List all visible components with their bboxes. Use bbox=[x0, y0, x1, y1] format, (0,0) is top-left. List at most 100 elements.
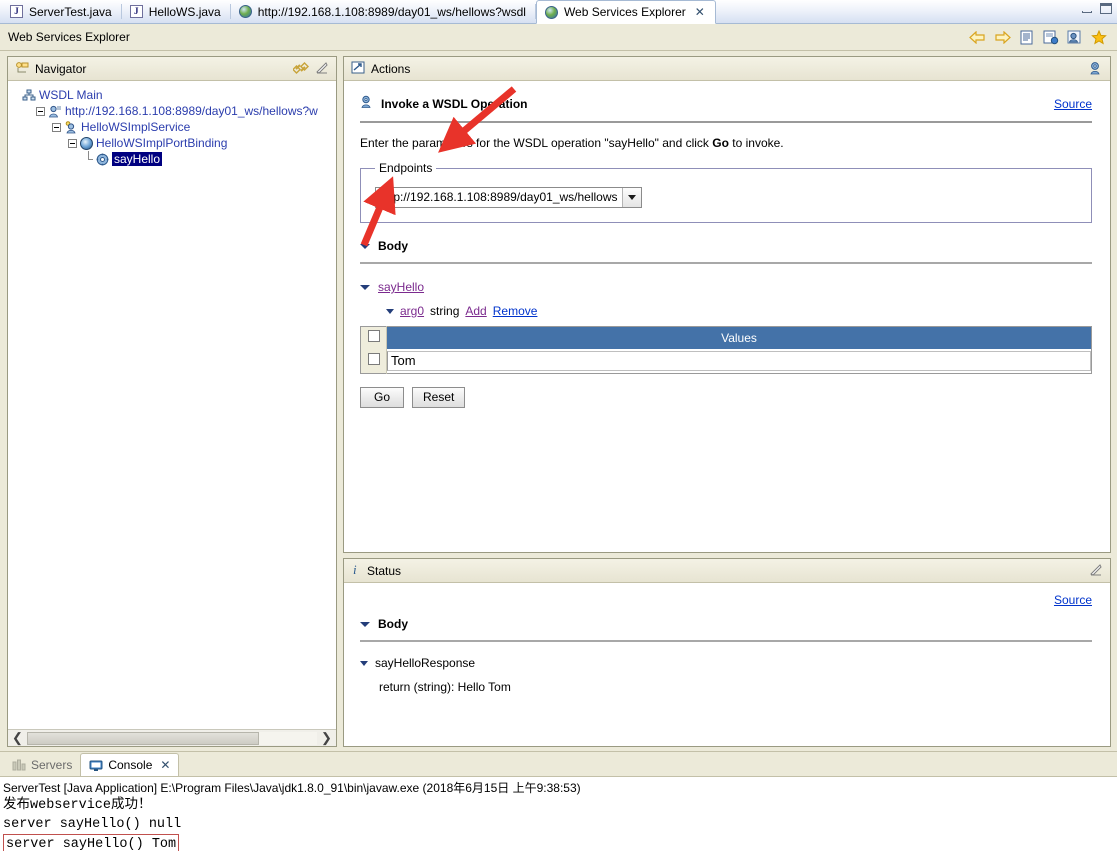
tree-label: HelloWSImplPortBinding bbox=[96, 136, 228, 150]
tree-label: HelloWSImplService bbox=[81, 120, 191, 134]
editor-tab-web-services-explorer[interactable]: Web Services Explorer ✕ bbox=[535, 0, 716, 24]
status-content: Source Body sayHelloResponse return (str… bbox=[344, 583, 1110, 694]
forward-icon[interactable] bbox=[994, 30, 1011, 44]
navigator-header: Navigator bbox=[8, 57, 336, 81]
console-output[interactable]: ServerTest [Java Application] E:\Program… bbox=[0, 776, 1117, 851]
actions-heading: Invoke a WSDL Operation bbox=[381, 96, 528, 111]
status-source-link[interactable]: Source bbox=[1054, 593, 1092, 607]
editor-tab-label: HelloWS.java bbox=[148, 4, 221, 19]
editor-tab-wsdl-url[interactable]: http://192.168.1.108:8989/day01_ws/hello… bbox=[231, 0, 536, 23]
actions-heading-row: Invoke a WSDL Operation bbox=[360, 95, 1054, 112]
actions-content: Invoke a WSDL Operation Source Enter the… bbox=[344, 81, 1110, 408]
actions-body-section-header[interactable]: Body bbox=[360, 239, 1092, 253]
console-line: 发布webservice成功！ bbox=[3, 798, 152, 813]
maximize-pane-icon[interactable] bbox=[1089, 563, 1105, 578]
java-file-icon: J bbox=[129, 5, 143, 18]
editor-tab-servertest[interactable]: J ServerTest.java bbox=[2, 0, 122, 23]
description-text-before: Enter the parameters for the WSDL operat… bbox=[360, 136, 713, 150]
scroll-left-icon[interactable]: ❮ bbox=[8, 730, 27, 746]
reset-button[interactable]: Reset bbox=[412, 386, 466, 408]
arg-remove-link[interactable]: Remove bbox=[493, 304, 538, 318]
tab-label: Servers bbox=[31, 758, 73, 772]
value-input[interactable] bbox=[387, 350, 1091, 371]
svg-text:i: i bbox=[353, 562, 357, 576]
triangle-down-icon[interactable] bbox=[360, 284, 370, 290]
invoke-wsdl-icon[interactable] bbox=[1089, 61, 1105, 76]
service-icon bbox=[64, 120, 78, 134]
scrollbar-track[interactable] bbox=[27, 731, 317, 745]
console-line-highlighted: server sayHello() Tom bbox=[3, 834, 1117, 851]
select-all-checkbox[interactable] bbox=[367, 330, 380, 343]
servers-icon bbox=[12, 759, 26, 772]
globe-icon bbox=[238, 5, 252, 18]
tree-item-sayhello[interactable]: sayHello bbox=[84, 150, 332, 167]
back-icon[interactable] bbox=[969, 30, 986, 44]
tree-item-wsdl-main[interactable]: WSDL Main bbox=[22, 87, 332, 103]
actions-source-link[interactable]: Source bbox=[1054, 97, 1092, 111]
maximize-pane-icon[interactable] bbox=[315, 61, 331, 76]
status-body-label: Body bbox=[378, 617, 408, 631]
tree-label: WSDL Main bbox=[39, 88, 103, 102]
uddi-page-icon[interactable] bbox=[1067, 30, 1083, 45]
tab-servers[interactable]: Servers bbox=[4, 754, 80, 776]
actions-divider bbox=[360, 121, 1092, 123]
arg-add-link[interactable]: Add bbox=[465, 304, 486, 318]
triangle-down-icon[interactable] bbox=[386, 308, 394, 314]
go-button[interactable]: Go bbox=[360, 386, 404, 408]
wsil-page-icon[interactable] bbox=[1043, 30, 1059, 45]
status-source-row: Source bbox=[360, 593, 1092, 607]
actions-title: Actions bbox=[371, 61, 411, 76]
status-body-section-header[interactable]: Body bbox=[360, 617, 1092, 631]
triangle-down-icon[interactable] bbox=[360, 243, 370, 249]
argument-row: arg0 string Add Remove bbox=[386, 304, 1092, 318]
close-icon[interactable]: ✕ bbox=[160, 759, 170, 771]
scrollbar-thumb[interactable] bbox=[27, 731, 259, 745]
scroll-right-icon[interactable]: ❯ bbox=[317, 730, 336, 746]
actions-pane-icon bbox=[351, 61, 365, 77]
close-icon[interactable]: ✕ bbox=[695, 6, 705, 18]
table-row bbox=[360, 348, 1092, 373]
arg-name-link[interactable]: arg0 bbox=[400, 304, 424, 318]
endpoint-selected-value: http://192.168.1.108:8989/day01_ws/hello… bbox=[380, 190, 618, 204]
row-checkbox[interactable] bbox=[367, 353, 380, 365]
info-icon: i bbox=[351, 562, 361, 579]
tree-label-selected: sayHello bbox=[112, 152, 163, 166]
status-body: Source Body sayHelloResponse return (str… bbox=[344, 583, 1110, 746]
tree-item-service[interactable]: HelloWSImplService bbox=[52, 119, 332, 135]
triangle-down-icon[interactable] bbox=[360, 621, 370, 627]
chevron-down-icon[interactable] bbox=[621, 188, 641, 207]
editor-tab-hellows[interactable]: J HelloWS.java bbox=[122, 0, 231, 23]
view-toolbar bbox=[969, 29, 1111, 45]
minimize-button[interactable] bbox=[1080, 3, 1094, 15]
tree-item-port-binding[interactable]: HelloWSImplPortBinding bbox=[68, 135, 332, 151]
tab-console[interactable]: Console ✕ bbox=[80, 753, 180, 776]
values-column-header: Values bbox=[386, 326, 1092, 349]
maximize-button[interactable] bbox=[1099, 3, 1113, 15]
navigator-icon bbox=[15, 61, 29, 77]
console-launch-header: ServerTest [Java Application] E:\Program… bbox=[3, 781, 581, 795]
tree-item-wsdl-url[interactable]: http://192.168.1.108:8989/day01_ws/hello… bbox=[36, 103, 332, 119]
response-node-row: sayHelloResponse bbox=[360, 656, 1092, 670]
operation-gear-icon bbox=[96, 153, 109, 166]
editor-tab-label: Web Services Explorer bbox=[563, 5, 686, 19]
endpoint-select[interactable]: http://192.168.1.108:8989/day01_ws/hello… bbox=[375, 187, 642, 208]
endpoints-group: Endpoints http://192.168.1.108:8989/day0… bbox=[360, 161, 1092, 223]
java-file-icon: J bbox=[10, 5, 23, 18]
arg-type-label: string bbox=[430, 304, 460, 318]
navigator-horizontal-scrollbar[interactable]: ❮ ❯ bbox=[8, 729, 336, 746]
tree-leaf-connector bbox=[84, 150, 93, 164]
bottom-panel: Servers Console ✕ ServerTest [Java Appli… bbox=[0, 751, 1117, 851]
wsdl-tree: WSDL Main http://192.168.1.108:8989/day0… bbox=[8, 81, 336, 167]
view-title-bar: Web Services Explorer bbox=[0, 24, 1117, 51]
console-icon bbox=[89, 759, 103, 772]
wsdl-page-icon[interactable] bbox=[1019, 30, 1035, 45]
operation-link[interactable]: sayHello bbox=[378, 280, 424, 294]
tree-expander-minus[interactable] bbox=[52, 122, 61, 132]
link-with-editor-icon[interactable] bbox=[291, 61, 310, 76]
favorites-icon[interactable] bbox=[1091, 29, 1107, 45]
tab-label: Console bbox=[108, 758, 153, 772]
bottom-tab-bar: Servers Console ✕ bbox=[0, 752, 1117, 776]
tree-expander-minus[interactable] bbox=[36, 106, 45, 116]
tree-expander-minus[interactable] bbox=[68, 138, 77, 148]
triangle-down-icon[interactable] bbox=[360, 660, 368, 666]
